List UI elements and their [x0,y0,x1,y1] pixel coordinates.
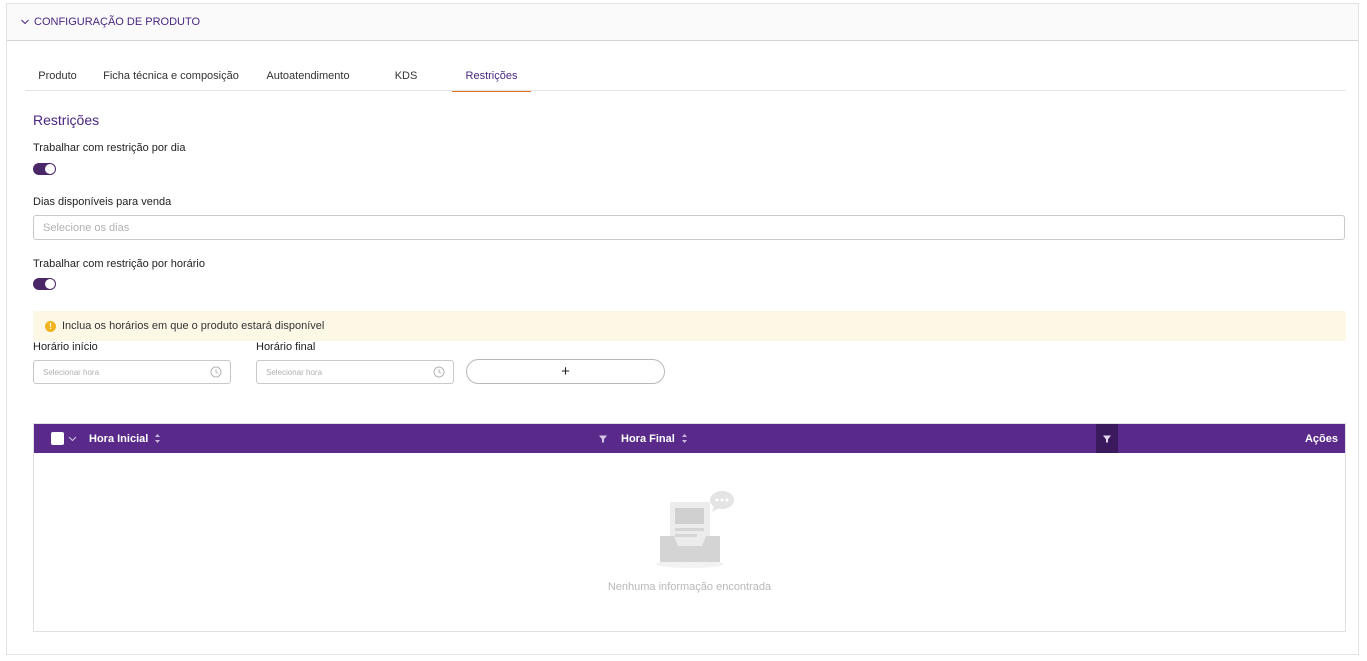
chevron-down-icon [21,19,29,25]
day-restriction-toggle[interactable] [33,163,56,175]
grid-header: Hora Inicial Hora Final Ações [34,424,1345,453]
plus-icon: + [561,363,570,380]
tab-bar: Produto Ficha técnica e composição Autoa… [25,60,1346,92]
info-alert: ! Inclua os horários em que o produto es… [33,311,1346,341]
panel-title: CONFIGURAÇÃO DE PRODUTO [34,16,201,28]
filter-icon[interactable] [598,434,608,444]
toggle-knob [45,164,55,174]
product-config-panel: CONFIGURAÇÃO DE PRODUTO Produto Ficha té… [6,3,1359,655]
start-time-label: Horário início [33,341,98,353]
filter-icon [1103,435,1111,443]
chevron-down-icon[interactable] [68,434,77,443]
toggle-knob [45,279,55,289]
time-restriction-label: Trabalhar com restrição por horário [33,258,205,270]
tab-restricoes[interactable]: Restrições [452,60,531,92]
start-time-placeholder: Selecionar hora [43,367,100,377]
tab-produto[interactable]: Produto [25,60,90,91]
section-title: Restrições [33,112,100,128]
end-time-input[interactable]: Selecionar hora [256,360,454,384]
sort-icon[interactable] [154,433,161,444]
clock-icon [433,366,445,378]
end-time-placeholder: Selecionar hora [266,367,323,377]
days-select[interactable]: Selecione os dias [33,215,1345,240]
column-hora-inicial[interactable]: Hora Inicial [89,424,161,453]
filter-active-box[interactable] [1096,424,1118,453]
clock-icon [210,366,222,378]
day-restriction-label: Trabalhar com restrição por dia [33,142,186,154]
tab-autoatendimento[interactable]: Autoatendimento [252,60,364,91]
column-hora-inicial-label: Hora Inicial [89,432,149,445]
column-acoes: Ações [1305,424,1338,453]
end-time-label: Horário final [256,341,316,353]
add-time-button[interactable]: + [466,359,665,384]
time-grid: Hora Inicial Hora Final Ações Nenhuma in… [33,423,1346,632]
days-label: Dias disponíveis para venda [33,196,172,208]
start-time-input[interactable]: Selecionar hora [33,360,231,384]
sort-icon[interactable] [681,433,688,444]
column-hora-final-label: Hora Final [621,432,675,445]
empty-state-text: Nenhuma informação encontrada [607,581,772,593]
time-restriction-toggle[interactable] [33,278,56,290]
warning-icon: ! [45,320,56,332]
column-hora-final[interactable]: Hora Final [621,424,688,453]
tab-kds[interactable]: KDS [376,60,436,91]
empty-inbox-icon [656,491,734,568]
tab-ficha-tecnica[interactable]: Ficha técnica e composição [90,60,252,91]
panel-header-toggle[interactable]: CONFIGURAÇÃO DE PRODUTO [7,4,1358,41]
select-all-checkbox[interactable] [51,432,64,445]
column-acoes-label: Ações [1304,432,1338,445]
alert-text: Inclua os horários em que o produto esta… [62,320,325,332]
